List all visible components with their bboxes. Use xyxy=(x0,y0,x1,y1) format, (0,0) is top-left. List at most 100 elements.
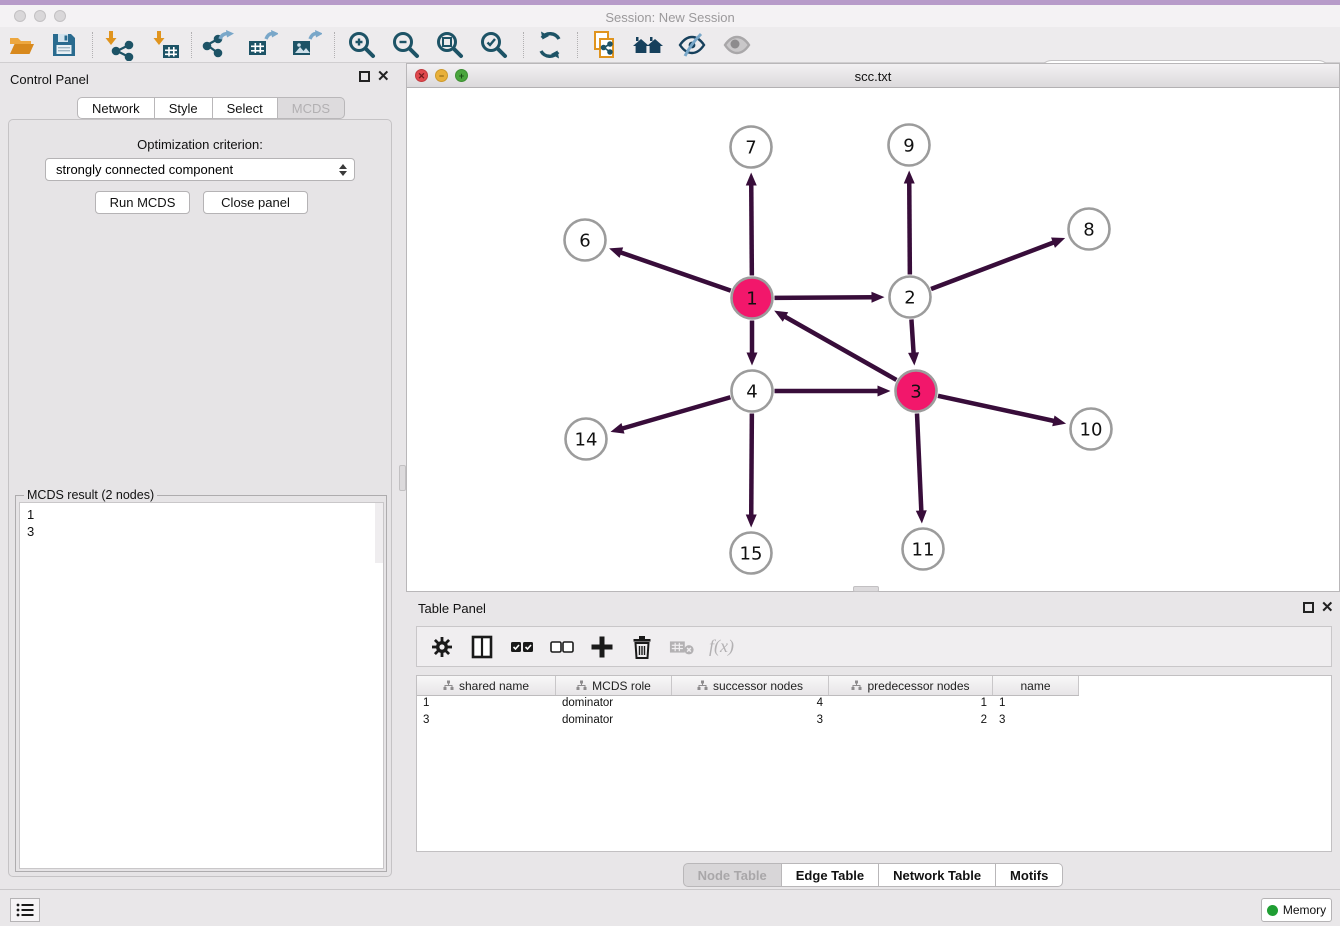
node-label: 1 xyxy=(746,289,757,310)
tab-network-table[interactable]: Network Table xyxy=(879,863,996,887)
column-header-name[interactable]: name xyxy=(993,676,1079,695)
scrollbar-track[interactable] xyxy=(375,503,383,563)
tab-node-table[interactable]: Node Table xyxy=(683,863,782,887)
float-panel-icon[interactable] xyxy=(359,71,370,82)
tab-mcds[interactable]: MCDS xyxy=(278,97,345,119)
criterion-select[interactable]: strongly connected component xyxy=(45,158,355,181)
table-settings-button[interactable] xyxy=(429,633,455,661)
edge-4-15[interactable] xyxy=(751,413,752,516)
cell-successor-nodes[interactable]: 4 xyxy=(672,696,829,713)
arrowhead-icon xyxy=(1051,238,1065,248)
cell-shared-name[interactable]: 3 xyxy=(417,713,556,730)
control-panel: Control Panel ✕ Network Style Select MCD… xyxy=(0,63,400,889)
toolbar-separator xyxy=(577,32,578,58)
vertical-splitter-handle[interactable] xyxy=(399,465,406,491)
cell-predecessor-nodes[interactable]: 1 xyxy=(829,696,993,713)
hide-selected-button[interactable] xyxy=(675,30,709,60)
edge-1-7[interactable] xyxy=(751,183,752,275)
node-label: 4 xyxy=(746,382,757,403)
cell-mcds-role[interactable]: dominator xyxy=(556,713,672,730)
tab-motifs[interactable]: Motifs xyxy=(996,863,1063,887)
cell-shared-name[interactable]: 1 xyxy=(417,696,556,713)
table-row[interactable]: 1 dominator 4 1 1 xyxy=(417,696,1331,713)
home-network-button[interactable] xyxy=(631,30,665,60)
edge-2-8[interactable] xyxy=(931,242,1055,289)
add-column-button[interactable] xyxy=(589,633,615,661)
edge-2-9[interactable] xyxy=(909,181,910,274)
export-network-button[interactable] xyxy=(201,30,235,60)
delete-table-button[interactable] xyxy=(669,633,695,661)
run-mcds-button[interactable]: Run MCDS xyxy=(95,191,190,214)
mcds-panel: Optimization criterion: strongly connect… xyxy=(8,119,392,877)
apply-function-button[interactable]: f(x) xyxy=(709,636,734,657)
show-columns-button[interactable] xyxy=(469,633,495,661)
edge-1-2[interactable] xyxy=(774,297,873,298)
gear-icon xyxy=(431,636,453,658)
network-canvas[interactable]: 7968124314101511 xyxy=(407,88,1339,592)
close-panel-icon[interactable]: ✕ xyxy=(377,71,390,82)
home-icon xyxy=(631,29,665,61)
column-header-mcds-role[interactable]: MCDS role xyxy=(556,676,672,695)
task-history-button[interactable] xyxy=(10,898,40,922)
import-network-button[interactable] xyxy=(101,30,135,60)
zoom-selected-button[interactable] xyxy=(477,30,511,60)
export-table-button[interactable] xyxy=(245,30,279,60)
toolbar-separator xyxy=(191,32,192,58)
duplicate-network-button[interactable] xyxy=(587,30,621,60)
cell-successor-nodes[interactable]: 3 xyxy=(672,713,829,730)
network-title: scc.txt xyxy=(407,69,1339,84)
mcds-result-list[interactable]: 1 3 xyxy=(19,502,384,869)
arrowhead-icon xyxy=(878,386,891,397)
edge-3-1[interactable] xyxy=(784,316,897,380)
cell-predecessor-nodes[interactable]: 2 xyxy=(829,713,993,730)
edge-1-6[interactable] xyxy=(619,252,730,291)
close-panel-button[interactable]: Close panel xyxy=(203,191,308,214)
network-window-titlebar[interactable]: ✕ − + scc.txt xyxy=(407,64,1339,88)
tab-select[interactable]: Select xyxy=(213,97,278,119)
table-row[interactable]: 3 dominator 3 2 3 xyxy=(417,713,1331,730)
columns-icon xyxy=(470,635,494,659)
open-session-button[interactable] xyxy=(5,30,39,60)
cell-mcds-role[interactable]: dominator xyxy=(556,696,672,713)
zoom-out-button[interactable] xyxy=(389,30,423,60)
float-table-panel-icon[interactable] xyxy=(1303,602,1314,613)
refresh-icon xyxy=(535,30,565,60)
column-type-icon xyxy=(697,680,708,691)
node-label: 14 xyxy=(575,430,598,451)
delete-column-button[interactable] xyxy=(629,633,655,661)
edge-2-3[interactable] xyxy=(911,319,913,354)
refresh-button[interactable] xyxy=(533,30,567,60)
memory-button[interactable]: Memory xyxy=(1261,898,1332,922)
import-table-button[interactable] xyxy=(149,30,183,60)
horizontal-splitter-handle[interactable] xyxy=(853,586,879,592)
save-session-button[interactable] xyxy=(47,30,81,60)
show-all-button[interactable] xyxy=(720,30,754,60)
status-bar: Memory xyxy=(0,889,1340,926)
arrowhead-icon xyxy=(746,514,757,527)
toolbar-separator xyxy=(523,32,524,58)
cell-name[interactable]: 3 xyxy=(993,713,1079,730)
edge-4-14[interactable] xyxy=(621,397,730,429)
fit-content-button[interactable] xyxy=(433,30,467,60)
tab-network[interactable]: Network xyxy=(77,97,155,119)
select-all-rows-button[interactable] xyxy=(509,633,535,661)
tab-edge-table[interactable]: Edge Table xyxy=(782,863,879,887)
control-panel-title: Control Panel xyxy=(10,72,89,87)
deselect-all-rows-button[interactable] xyxy=(549,633,575,661)
edge-3-11[interactable] xyxy=(917,413,921,512)
column-header-successor-nodes[interactable]: successor nodes xyxy=(672,676,829,695)
edge-3-10[interactable] xyxy=(938,396,1055,421)
arrowhead-icon xyxy=(1052,415,1066,426)
column-header-predecessor-nodes[interactable]: predecessor nodes xyxy=(829,676,993,695)
tab-style[interactable]: Style xyxy=(155,97,213,119)
import-table-icon xyxy=(150,29,182,61)
network-window: ✕ − + scc.txt 7968124314101511 xyxy=(406,63,1340,592)
plus-icon xyxy=(590,635,614,659)
zoom-in-button[interactable] xyxy=(345,30,379,60)
close-table-panel-icon[interactable]: ✕ xyxy=(1321,602,1334,613)
export-image-button[interactable] xyxy=(289,30,323,60)
mcds-result-group: MCDS result (2 nodes) 1 3 xyxy=(15,495,387,872)
column-header-shared-name[interactable]: shared name xyxy=(417,676,556,695)
arrowhead-icon xyxy=(904,170,915,183)
cell-name[interactable]: 1 xyxy=(993,696,1079,713)
